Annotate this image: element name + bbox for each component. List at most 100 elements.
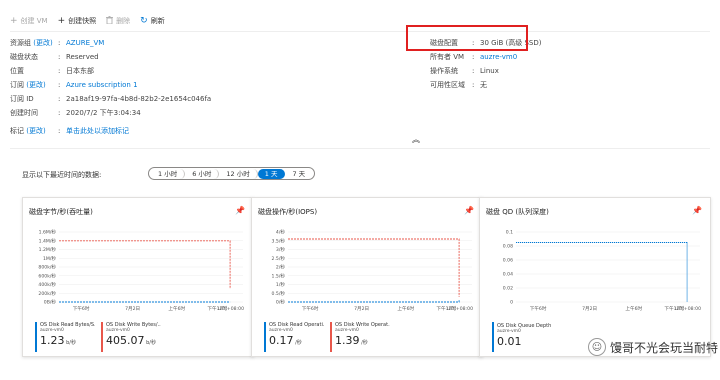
legend-unit: /秒 [293,340,302,346]
legend-item[interactable]: OS Disk Queue Depth (Preview) (平均值)auzre… [492,322,552,352]
essentials-value[interactable]: AZURE_VM [66,39,104,47]
essentials-value: 2020/7/2 下午3:04:34 [66,109,141,117]
legend-resource: auzre-vm0 [40,328,64,333]
time-range-option[interactable]: 6 小时 [185,168,220,179]
delete-button[interactable]: 删除 [106,15,130,27]
x-tick-label: 下午6时 [302,305,319,312]
essentials-label: 订阅 ID [10,94,58,104]
change-link[interactable]: (更改) [31,39,52,47]
refresh-icon: ↻ [140,15,148,26]
legend-unit: b/秒 [64,340,76,346]
time-range-option[interactable]: 7 天 [285,169,312,179]
separator: : [58,109,61,117]
series-line [59,240,231,289]
separator: : [58,53,61,61]
essentials-value: 无 [480,81,487,89]
legend-unit: b/秒 [144,340,156,346]
iops-chart-card[interactable]: 磁盘操作/秒(IOPS) 📌 4/秒 3.5/秒 3/秒 2.5/秒 2/秒 1.5/秒 1/秒… [251,197,483,357]
essentials-row: 创建时间:2020/7/2 下午3:04:34 [10,106,211,120]
create-snapshot-button[interactable]: + 创建快照 [58,16,97,26]
legend-text: OS Disk Read Bytes/S... auzre-vm0 1.23 b/秒 [40,322,95,352]
chart-plot: 4/秒3.5/秒 3/秒 2.5/秒 2/秒1.5/秒 1/秒 0.5/秒 0/秒下午6时 7… [272,229,474,312]
queue-depth-chart-card[interactable]: 磁盘 QD (队列深度) 📌 0.1 0.08 0.06 0.04 0.02 0 下午6时 7月2… [479,197,711,357]
legend-resource: auzre-vm0 [106,328,130,333]
y-tick-label: 1.6M/秒 [39,229,57,236]
y-tick-label: 0.04 [503,272,513,278]
y-tick-label: 1/秒 [276,281,285,288]
y-tick-label: 0.08 [503,244,513,250]
trash-icon [106,15,114,27]
legend-color-bar [101,322,103,352]
y-tick-label: 1.2M/秒 [39,246,57,253]
create-snapshot-label: 创建快照 [68,17,97,25]
y-tick-label: 0.5/秒 [272,290,286,297]
essentials-row: 订阅 ID:2a18af19-97fa-4b8d-82b2-2e1654c046… [10,92,211,106]
essentials-label: 操作系统 [430,67,458,75]
time-range-option[interactable]: 12 小时 [219,168,258,179]
time-range-option[interactable]: 1 小时 [151,168,186,179]
legend-text: OS Disk Write Operat... auzre-vm0 1.39 /秒 [335,322,390,352]
y-tick-label: 1M/秒 [43,255,56,262]
chart-legend: OS Disk Read Operati... auzre-vm0 0.17 /秒 O… [264,322,390,352]
essentials-row: 所有者 VM: auzre-vm0 [430,50,542,64]
y-tick-label: 3.5/秒 [272,237,286,244]
essentials-label: 资源组 (更改) [10,38,58,48]
chart-legend: OS Disk Queue Depth (Preview) (平均值)auzre… [492,322,552,352]
separator: : [472,67,475,75]
watermark: ☺ 馒哥不光会玩当耐特 [588,338,718,356]
legend-item[interactable]: OS Disk Write Operat... auzre-vm0 1.39 /秒 [330,322,390,352]
x-tick-label: 7月2日 [582,306,597,312]
x-tick-label: 7月2日 [125,306,140,312]
x-tick-label: 上午6时 [168,305,185,312]
legend-item[interactable]: OS Disk Read Bytes/S... auzre-vm0 1.23 b/秒 [35,322,95,352]
legend-value: 405.07 b/秒 [106,334,161,347]
legend-number: 0.01 [497,335,522,348]
field-name: 订阅 [10,81,24,89]
legend-number: 1.39 [335,334,360,347]
x-tick-label: 7月2日 [354,306,369,312]
essentials-value[interactable]: auzre-vm0 [480,53,517,61]
legend-item[interactable]: OS Disk Read Operati... auzre-vm0 0.17 /秒 [264,322,324,352]
essentials-label: 可用性区域 [430,81,465,89]
change-link[interactable]: (更改) [24,127,45,135]
toolbar: + 创建 VM + 创建快照 删除 ↻ 刷新 [10,14,165,28]
essentials-label: 标记 (更改) [10,126,58,136]
create-vm-label: 创建 VM [20,17,48,25]
time-range-option[interactable]: 1 天 [257,168,286,179]
legend-number: 1.23 [40,334,65,347]
essentials-value[interactable]: 单击此处以添加标记 [66,126,129,136]
legend-resource: auzre-vm0 [269,328,293,333]
essentials-label: 订阅 (更改) [10,80,58,90]
legend-resource: auzre-vm0 [335,328,359,333]
x-tick-label: 下午6时 [73,305,90,312]
series-line [516,242,688,302]
collapse-essentials-icon[interactable]: ︽ [412,134,420,145]
y-tick-label: 4/秒 [276,229,285,236]
y-tick-label: 600k/秒 [38,272,56,279]
essentials-value[interactable]: Azure subscription 1 [66,81,138,89]
separator: : [58,39,61,47]
legend-series-name: OS Disk Queue Depth (Preview) (平均值) [497,323,552,329]
throughput-chart-card[interactable]: 磁盘字节/秒(吞吐量) 📌 1.6M/秒 1.4M/秒 1.2M/秒 1M/秒 800k/秒… [22,197,254,357]
legend-value: 1.23 b/秒 [40,334,95,347]
refresh-label: 刷新 [150,17,165,25]
y-tick-label: 0/秒 [276,299,285,306]
create-vm-button[interactable]: + 创建 VM [10,16,48,26]
y-tick-label: 200k/秒 [38,290,56,297]
legend-item[interactable]: OS Disk Write Bytes/... auzre-vm0 405.07 b… [101,322,161,352]
separator: : [58,67,61,75]
legend-color-bar [35,322,37,352]
separator: : [472,81,475,89]
essentials-row: 操作系统: Linux [430,64,542,78]
essentials-label: 创建时间 [10,108,58,118]
y-tick-label: 0.06 [503,258,513,264]
refresh-button[interactable]: ↻ 刷新 [140,16,165,26]
essentials-value: 2a18af19-97fa-4b8d-82b2-2e1654c046fa [66,95,212,103]
y-tick-label: 1.5/秒 [272,272,286,279]
separator: : [58,95,61,103]
timezone-label: UTC+08:00 [447,306,473,312]
y-tick-label: 800k/秒 [38,264,56,271]
legend-color-bar [492,322,494,352]
change-link[interactable]: (更改) [24,81,45,89]
wechat-logo-icon: ☺ [588,338,606,356]
